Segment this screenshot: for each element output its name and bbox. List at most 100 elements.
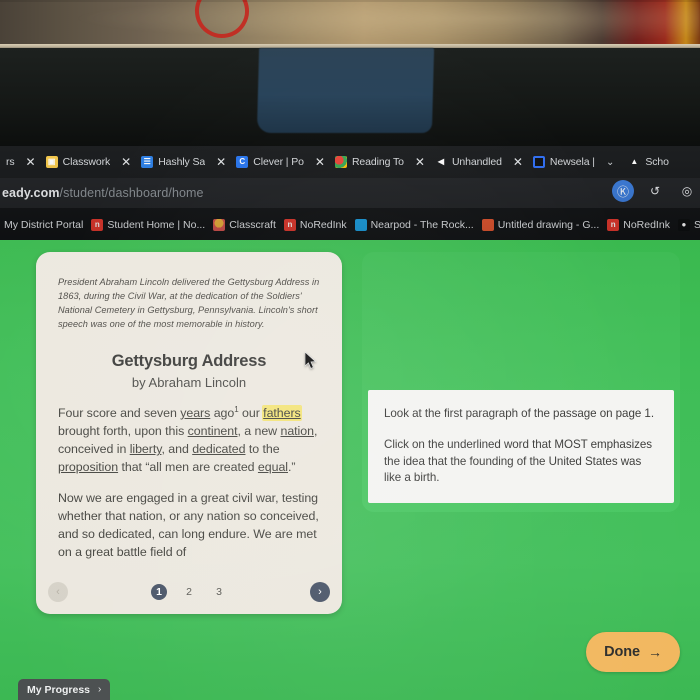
browser-tab[interactable]: ▲ Scho	[622, 146, 671, 178]
passage-text: to the	[245, 442, 280, 457]
browser-chrome: rs ✕ ▣ Classwork ✕ ☰ Hashly Sa ✕ C Clever | Po ✕ Re…	[0, 146, 700, 242]
browser-tab[interactable]: ☰ Hashly Sa ✕	[135, 146, 230, 178]
underlined-word-selected[interactable]: fathers	[263, 406, 301, 421]
tab-favicon-icon: ▣	[45, 156, 58, 168]
bookmark-favicon-icon	[354, 219, 367, 231]
passage-text: .”	[288, 460, 296, 475]
bookmark-label: Student Home | No...	[107, 219, 206, 231]
iready-lesson-page: President Abraham Lincoln delivered the …	[0, 240, 700, 700]
browser-tab[interactable]: Newsela | ⌄	[527, 146, 622, 178]
desk-photo-background	[0, 0, 700, 46]
chevron-right-icon: ›	[98, 684, 102, 695]
tab-label: Reading To	[351, 156, 404, 168]
question-panel: Look at the first paragraph of the passa…	[362, 252, 680, 512]
url-host: eady.com	[2, 186, 60, 200]
passage-text: brought forth, upon this	[58, 424, 188, 439]
profile-avatar-icon[interactable]: Ⓚ	[612, 180, 634, 202]
tab-label: Hashly Sa	[158, 156, 206, 168]
bookmark-item[interactable]: Nearpod - The Rock...	[353, 219, 480, 231]
underlined-word[interactable]: equal	[258, 460, 288, 474]
bookmark-favicon-icon: n	[91, 219, 104, 231]
browser-tab[interactable]: rs ✕	[0, 146, 40, 178]
tab-favicon-icon: C	[236, 156, 249, 168]
underlined-word[interactable]: years	[180, 406, 210, 420]
laptop-bezel	[0, 48, 700, 148]
passage-body: President Abraham Lincoln delivered the …	[36, 252, 342, 561]
tab-close-icon[interactable]: ✕	[315, 156, 325, 168]
bookmark-favicon-icon: n	[283, 219, 296, 231]
passage-text: , a new	[237, 424, 281, 439]
bookmark-label: NoRedInk	[623, 219, 670, 231]
underlined-word[interactable]: nation	[280, 424, 314, 438]
pagination-prev-button[interactable]: ‹	[48, 582, 68, 602]
webcam-cover-tape	[256, 48, 435, 133]
done-button[interactable]: Done →	[586, 632, 680, 672]
question-line-2: Click on the underlined word that MOST e…	[384, 438, 652, 485]
bookmark-label: Classcraft	[229, 219, 276, 231]
passage-paragraph-1: Four score and seven years ago1 our fath…	[58, 404, 320, 477]
pagination-page-numbers: 123	[151, 584, 227, 600]
address-bar-url[interactable]: eady.com/student/dashboard/home	[0, 186, 204, 200]
passage-intro: President Abraham Lincoln delivered the …	[58, 277, 320, 329]
tab-close-icon[interactable]: ✕	[415, 156, 425, 168]
passage-text: ago	[210, 406, 235, 421]
passage-paragraph-2: Now we are engaged in a great civil war,…	[58, 490, 319, 559]
my-progress-label: My Progress	[27, 683, 91, 696]
browser-tab[interactable]: ◀ Unhandled ✕	[429, 146, 527, 178]
refresh-icon[interactable]: ↺	[644, 180, 666, 202]
pagination-page-3[interactable]: 3	[211, 584, 227, 600]
bookmark-favicon-icon: ●	[677, 219, 690, 231]
tab-favicon-icon	[334, 156, 347, 168]
bookmark-item[interactable]: n NoRedInk	[605, 219, 676, 231]
pagination-page-2[interactable]: 2	[181, 584, 197, 600]
tab-close-icon[interactable]: ✕	[26, 156, 36, 168]
bookmark-item[interactable]: Untitled drawing - G...	[480, 219, 606, 231]
bookmark-item[interactable]: n Student Home | No...	[89, 219, 211, 231]
bookmark-label: My District Portal	[4, 219, 84, 231]
question-line-1: Look at the first paragraph of the passa…	[384, 407, 654, 420]
tab-label: rs	[6, 156, 15, 168]
url-path: /student/dashboard/home	[59, 186, 204, 200]
bookmark-favicon-icon	[213, 219, 226, 231]
pagination-next-button[interactable]: ›	[310, 582, 330, 602]
underlined-word[interactable]: proposition	[58, 460, 118, 474]
bookmark-favicon-icon	[481, 219, 494, 231]
done-button-label: Done	[604, 644, 640, 660]
passage-card: President Abraham Lincoln delivered the …	[36, 252, 342, 614]
tab-label: Classwork	[62, 156, 111, 168]
tab-favicon-icon: ◀	[437, 157, 445, 166]
browser-tab[interactable]: Reading To ✕	[329, 146, 429, 178]
address-bar-row: eady.com/student/dashboard/home Ⓚ ↺ ◎	[0, 178, 700, 208]
bookmark-favicon-icon: n	[607, 219, 620, 231]
browser-tab[interactable]: ▣ Classwork ✕	[40, 146, 136, 178]
tab-close-icon[interactable]: ✕	[513, 156, 523, 168]
tab-label: Newsela |	[549, 156, 595, 168]
extensions-icon[interactable]: ◎	[676, 180, 698, 202]
tab-close-icon[interactable]: ✕	[121, 156, 131, 168]
passage-title: Gettysburg Address	[111, 351, 267, 370]
my-progress-button[interactable]: My Progress ›	[18, 679, 111, 700]
underlined-word[interactable]: liberty	[130, 442, 162, 456]
arrow-right-icon: →	[648, 644, 662, 660]
bookmark-item[interactable]: ●SM	[676, 219, 700, 231]
bookmark-item[interactable]: Classcraft	[211, 219, 282, 231]
passage-text: , and	[161, 442, 193, 457]
tab-label: Clever | Po	[253, 156, 304, 168]
question-text-box: Look at the first paragraph of the passa…	[368, 390, 674, 503]
underlined-word[interactable]: dedicated	[192, 442, 245, 456]
underlined-word[interactable]: continent	[188, 424, 238, 438]
pagination-page-1[interactable]: 1	[151, 584, 167, 600]
bookmark-item[interactable]: n NoRedInk	[282, 219, 353, 231]
bookmark-label: Untitled drawing - G...	[497, 219, 600, 231]
address-bar-actions: Ⓚ ↺ ◎	[612, 180, 698, 202]
chevron-down-icon[interactable]: ⌄	[600, 157, 620, 168]
browser-tab[interactable]: C Clever | Po ✕	[230, 146, 329, 178]
passage-author: by Abraham Lincoln	[131, 374, 247, 390]
bookmark-label: NoRedInk	[299, 219, 347, 231]
bookmark-item[interactable]: My District Portal	[2, 219, 89, 231]
tab-favicon-icon	[532, 156, 545, 168]
passage-pagination: ‹ 123 ›	[36, 570, 342, 614]
passage-text: Four score and seven	[58, 406, 181, 421]
bookmark-label: Nearpod - The Rock...	[370, 219, 474, 231]
tab-close-icon[interactable]: ✕	[216, 156, 226, 168]
